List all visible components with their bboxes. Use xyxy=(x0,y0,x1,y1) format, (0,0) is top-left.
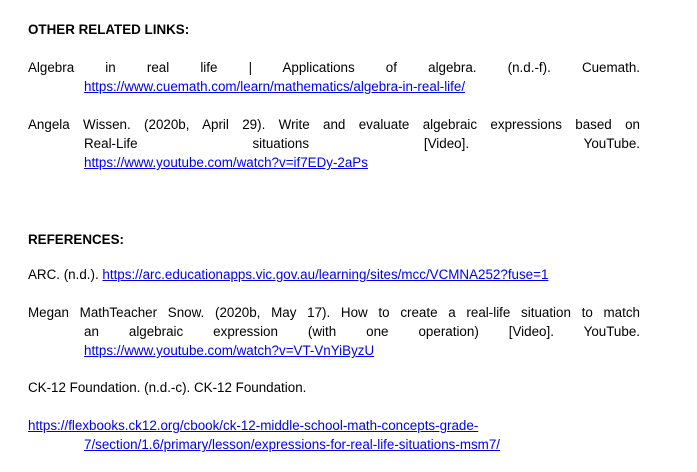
references-heading: REFERENCES: xyxy=(28,232,124,247)
entry-citation-text: CK-12 Foundation. (n.d.-c). CK-12 Founda… xyxy=(28,380,307,395)
link-entry-cuemath: Algebra in real life | Applications of a… xyxy=(28,58,640,96)
entry-citation-line: ARC. (n.d.). https://arc.educationapps.v… xyxy=(28,265,640,284)
reference-entry-flexbooks: https://flexbooks.ck12.org/cbook/ck-12-m… xyxy=(28,416,640,454)
link-entry-youtube-wissen: Angela Wissen. (2020b, April 29). Write … xyxy=(28,115,640,172)
arc-link[interactable]: https://arc.educationapps.vic.gov.au/lea… xyxy=(102,267,548,282)
entry-url-line-cont: 7/section/1.6/primary/lesson/expressions… xyxy=(28,435,640,454)
entry-citation-text: ARC. (n.d.). xyxy=(28,267,103,282)
reference-entry-arc: ARC. (n.d.). https://arc.educationapps.v… xyxy=(28,265,640,284)
entry-citation-text: Algebra in real life | Applications of a… xyxy=(28,60,640,75)
reference-entry-ck12: CK-12 Foundation. (n.d.-c). CK-12 Founda… xyxy=(28,378,640,397)
youtube-wissen-link[interactable]: https://www.youtube.com/watch?v=if7EDy-2… xyxy=(84,155,368,170)
reference-entry-youtube-snow: Megan MathTeacher Snow. (2020b, May 17).… xyxy=(28,303,640,360)
youtube-snow-link[interactable]: https://www.youtube.com/watch?v=VT-VnYiB… xyxy=(84,343,374,358)
entry-url-line: https://www.cuemath.com/learn/mathematic… xyxy=(28,77,640,96)
entry-url-line: https://www.youtube.com/watch?v=if7EDy-2… xyxy=(28,153,640,172)
entry-url-line: https://www.youtube.com/watch?v=VT-VnYiB… xyxy=(28,341,640,360)
entry-citation-text-cont: Real-Life situations [Video]. YouTube. xyxy=(84,136,640,151)
entry-citation-text: Megan MathTeacher Snow. (2020b, May 17).… xyxy=(28,305,640,320)
entry-citation-text: Angela Wissen. (2020b, April 29). Write … xyxy=(28,117,640,132)
flexbooks-link-part2[interactable]: 7/section/1.6/primary/lesson/expressions… xyxy=(84,437,500,452)
entry-url-line: https://flexbooks.ck12.org/cbook/ck-12-m… xyxy=(28,416,640,435)
entry-citation-text-cont: an algebraic expression (with one operat… xyxy=(84,324,640,339)
cuemath-link[interactable]: https://www.cuemath.com/learn/mathematic… xyxy=(84,79,465,94)
flexbooks-link-part1[interactable]: https://flexbooks.ck12.org/cbook/ck-12-m… xyxy=(28,418,478,433)
other-related-links-heading: OTHER RELATED LINKS: xyxy=(28,22,190,37)
